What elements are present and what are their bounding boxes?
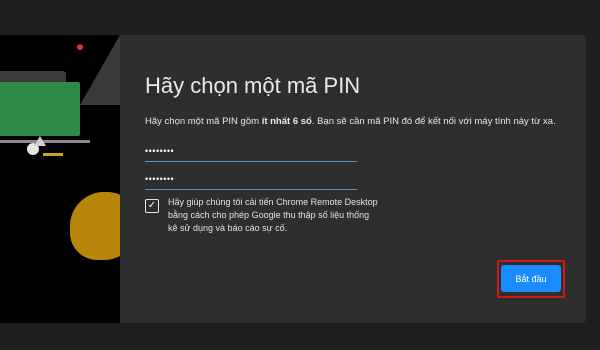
description-bold: ít nhất 6 số: [261, 116, 312, 127]
illustration-triangle: [34, 136, 46, 146]
illustration: [0, 35, 120, 323]
illustration-screen: [0, 82, 80, 136]
pin-input[interactable]: [145, 142, 357, 160]
metrics-checkbox-label[interactable]: Hãy giúp chúng tôi cải tiến Chrome Remot…: [168, 196, 378, 235]
illustration-blob: [70, 192, 120, 260]
pin-dialog: Hãy chọn một mã PIN Hãy chọn một mã PIN …: [0, 35, 586, 323]
dialog-description: Hãy chọn một mã PIN gồm ít nhất 6 số. Bạ…: [145, 115, 575, 128]
start-button[interactable]: Bắt đầu: [501, 265, 561, 292]
metrics-checkbox[interactable]: ✓: [145, 199, 159, 213]
pin-confirm-field[interactable]: [145, 169, 357, 190]
description-text-end: . Bạn sẽ cần mã PIN đó để kết nối với má…: [311, 116, 556, 127]
pin-field[interactable]: [145, 141, 357, 162]
dialog-content: Hãy chọn một mã PIN Hãy chọn một mã PIN …: [145, 35, 575, 323]
illustration-bar: [43, 153, 63, 156]
description-text: Hãy chọn một mã PIN gồm: [145, 116, 262, 127]
dialog-title: Hãy chọn một mã PIN: [145, 73, 361, 98]
illustration-dot: [77, 44, 83, 50]
pin-confirm-input[interactable]: [145, 170, 357, 188]
illustration-shape: [80, 35, 120, 105]
